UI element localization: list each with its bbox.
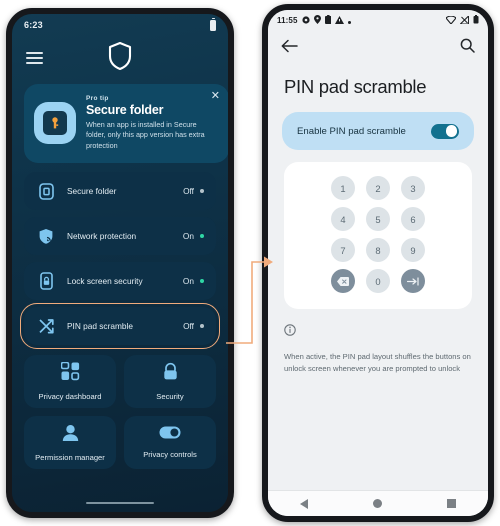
enable-pin-pad-scramble-row[interactable]: Enable PIN pad scramble bbox=[282, 112, 474, 150]
key-8[interactable]: 8 bbox=[366, 238, 390, 262]
signal-icon bbox=[459, 11, 470, 29]
enter-arrow-icon[interactable] bbox=[401, 269, 425, 293]
key-4[interactable]: 4 bbox=[331, 207, 355, 231]
right-phone-frame: 11:55 PIN pad scramble Enable PIN pad sc… bbox=[262, 4, 494, 522]
tile-label: Permission manager bbox=[35, 452, 105, 462]
list-item-lock-screen-security[interactable]: Lock screen security On bbox=[24, 262, 216, 301]
list-item-state-text: Off bbox=[183, 186, 194, 197]
pin-pad-preview-card: 1 2 3 4 5 6 7 8 9 0 bbox=[284, 162, 472, 309]
right-status-bar: 11:55 bbox=[268, 10, 488, 30]
key-1[interactable]: 1 bbox=[331, 176, 355, 200]
nav-back-icon[interactable] bbox=[300, 498, 309, 509]
pro-tip-kicker: Pro tip bbox=[86, 95, 109, 102]
info-note: When active, the PIN pad layout shuffles… bbox=[268, 309, 488, 375]
back-arrow-icon[interactable] bbox=[281, 39, 298, 58]
list-item-state-text: On bbox=[182, 276, 194, 287]
phone-lock-icon bbox=[36, 272, 56, 291]
gear-icon bbox=[301, 11, 310, 29]
right-status-time: 11:55 bbox=[277, 15, 298, 25]
list-item-pin-pad-scramble[interactable]: PIN pad scramble Off bbox=[20, 303, 220, 350]
dot-icon bbox=[348, 11, 352, 29]
android-nav-bar bbox=[268, 490, 488, 516]
location-pin-icon bbox=[313, 11, 321, 29]
hamburger-menu-icon[interactable] bbox=[26, 52, 43, 64]
list-item-state-text: Off bbox=[183, 321, 194, 332]
key-3[interactable]: 3 bbox=[401, 176, 425, 200]
warning-triangle-icon bbox=[335, 11, 345, 29]
tile-privacy-dashboard[interactable]: Privacy dashboard bbox=[24, 355, 116, 409]
tile-label: Privacy dashboard bbox=[38, 392, 102, 402]
shuffle-icon bbox=[36, 318, 56, 335]
left-status-time: 6:23 bbox=[24, 20, 43, 30]
left-app-bar bbox=[12, 36, 228, 80]
quick-action-tiles: Privacy dashboard Security Permission ma… bbox=[12, 345, 228, 470]
pro-tip-description: When an app is installed in Secure folde… bbox=[86, 120, 205, 150]
left-content: Pro tip Secure folder When an app is ins… bbox=[12, 80, 228, 494]
list-item-secure-folder[interactable]: Secure folder Off bbox=[24, 172, 216, 211]
shield-logo-icon bbox=[107, 41, 133, 76]
status-dot bbox=[200, 189, 204, 194]
page-title: PIN pad scramble bbox=[284, 76, 427, 97]
screenshot-stage: 6:23 Pro tip Secure folder When an app i… bbox=[0, 0, 500, 526]
backspace-icon[interactable] bbox=[331, 269, 355, 293]
key-2[interactable]: 2 bbox=[366, 176, 390, 200]
list-item-label: Lock screen security bbox=[67, 276, 143, 287]
tile-label: Security bbox=[156, 392, 184, 402]
right-app-bar bbox=[268, 30, 488, 66]
nav-recents-icon[interactable] bbox=[447, 499, 456, 508]
list-item-state: On bbox=[183, 231, 204, 241]
key-7[interactable]: 7 bbox=[331, 238, 355, 262]
enable-toggle-switch[interactable] bbox=[431, 123, 459, 139]
pro-tip-title: Secure folder bbox=[86, 103, 164, 117]
pro-tip-carousel: Pro tip Secure folder When an app is ins… bbox=[12, 84, 228, 164]
status-dot bbox=[200, 279, 204, 284]
key-6[interactable]: 6 bbox=[401, 207, 425, 231]
tile-security[interactable]: Security bbox=[124, 355, 216, 409]
tile-label: Privacy controls bbox=[143, 450, 197, 460]
status-dot bbox=[200, 324, 204, 329]
secure-folder-key-icon bbox=[34, 101, 76, 144]
search-icon[interactable] bbox=[460, 38, 475, 58]
lock-icon bbox=[162, 362, 179, 386]
secure-folder-icon bbox=[36, 183, 56, 200]
list-item-state: On bbox=[183, 276, 204, 286]
info-note-text: When active, the PIN pad layout shuffles… bbox=[284, 352, 471, 373]
right-phone-screen: 11:55 PIN pad scramble Enable PIN pad sc… bbox=[268, 10, 488, 516]
dashboard-grid-icon bbox=[60, 362, 80, 386]
close-icon[interactable]: ✕ bbox=[211, 91, 220, 102]
battery-icon bbox=[210, 17, 216, 31]
info-icon bbox=[284, 323, 296, 340]
toggle-label: Enable PIN pad scramble bbox=[297, 125, 406, 137]
status-dot bbox=[200, 234, 204, 239]
list-item-state: Off bbox=[183, 321, 204, 331]
list-item-label: Network protection bbox=[67, 231, 137, 242]
key-5[interactable]: 5 bbox=[366, 207, 390, 231]
security-settings-list: Secure folder Off Network protection On … bbox=[12, 163, 228, 350]
key-9[interactable]: 9 bbox=[401, 238, 425, 262]
battery-icon bbox=[473, 11, 479, 29]
left-phone-frame: 6:23 Pro tip Secure folder When an app i… bbox=[6, 8, 234, 518]
pin-keypad: 1 2 3 4 5 6 7 8 9 0 bbox=[331, 176, 425, 293]
home-gesture-bar[interactable] bbox=[12, 494, 228, 512]
left-status-bar: 6:23 bbox=[12, 14, 228, 36]
list-item-label: PIN pad scramble bbox=[67, 321, 133, 332]
key-0[interactable]: 0 bbox=[366, 269, 390, 293]
clipboard-icon bbox=[324, 11, 332, 29]
left-phone-screen: 6:23 Pro tip Secure folder When an app i… bbox=[12, 14, 228, 512]
list-item-state-text: On bbox=[182, 231, 194, 242]
list-item-label: Secure folder bbox=[67, 186, 117, 197]
nav-home-icon[interactable] bbox=[373, 499, 383, 508]
person-icon bbox=[61, 424, 80, 447]
list-item-network-protection[interactable]: Network protection On bbox=[24, 217, 216, 256]
wifi-icon bbox=[445, 11, 457, 29]
tile-privacy-controls[interactable]: Privacy controls bbox=[124, 416, 216, 470]
tile-permission-manager[interactable]: Permission manager bbox=[24, 416, 116, 470]
list-item-state: Off bbox=[183, 186, 204, 196]
pro-tip-card[interactable]: Pro tip Secure folder When an app is ins… bbox=[24, 84, 228, 164]
toggle-icon bbox=[159, 426, 181, 444]
network-shield-icon bbox=[36, 228, 56, 245]
